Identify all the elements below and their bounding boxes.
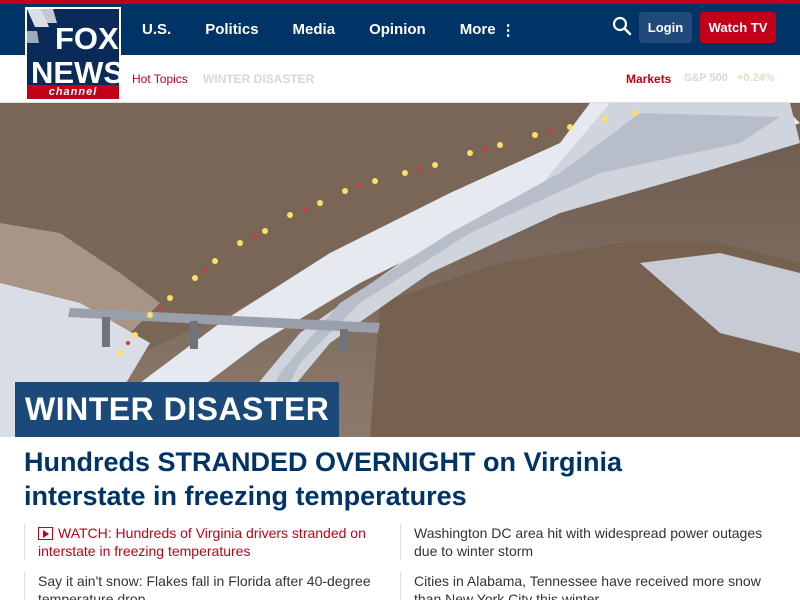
main-nav: U.S. Politics Media Opinion More ⋮ xyxy=(142,4,550,55)
nav-item-media[interactable]: Media xyxy=(293,21,336,38)
play-video-icon xyxy=(38,527,53,540)
related-link-video[interactable]: WATCH: Hundreds of Virginia drivers stra… xyxy=(24,524,369,560)
nav-item-more-label: More xyxy=(459,21,496,38)
nav-item-opinion[interactable]: Opinion xyxy=(369,21,426,38)
fox-news-logo[interactable]: FOX NEWS channel xyxy=(25,7,121,101)
login-button[interactable]: Login xyxy=(639,12,692,43)
nav-item-us[interactable]: U.S. xyxy=(142,21,171,38)
fox-news-logo-mark: FOX NEWS xyxy=(27,9,119,89)
vertical-dots-icon: ⋮ xyxy=(500,21,516,39)
logo-word-news: NEWS xyxy=(31,55,119,89)
nav-item-more[interactable]: More ⋮ xyxy=(460,21,516,39)
hero-headline[interactable]: Hundreds STRANDED OVERNIGHT on Virginia … xyxy=(24,445,724,513)
related-link-text: Washington DC area hit with widespread p… xyxy=(414,525,763,559)
market-index-change: +0.24% xyxy=(737,72,775,84)
related-link[interactable]: Cities in Alabama, Tennessee have receiv… xyxy=(400,572,780,600)
related-link-text: WATCH: Hundreds of Virginia drivers stra… xyxy=(38,525,366,559)
related-link[interactable]: Washington DC area hit with widespread p… xyxy=(400,524,780,560)
nav-item-politics[interactable]: Politics xyxy=(205,21,258,38)
hot-topics-label: Hot Topics xyxy=(132,72,188,86)
related-link[interactable]: Say it ain't snow: Flakes fall in Florid… xyxy=(24,572,384,600)
logo-channel-label: channel xyxy=(27,85,119,99)
related-link-text: Say it ain't snow: Flakes fall in Florid… xyxy=(38,573,371,600)
logo-word-fox: FOX xyxy=(55,21,119,56)
markets-label[interactable]: Markets xyxy=(626,72,671,86)
hot-topic-link[interactable]: WINTER DISASTER xyxy=(203,72,314,86)
watch-tv-button[interactable]: Watch TV xyxy=(700,12,776,43)
market-index-name[interactable]: S&P 500 xyxy=(684,72,728,84)
hero-kicker-label[interactable]: WINTER DISASTER xyxy=(15,382,340,437)
search-icon[interactable] xyxy=(612,16,632,36)
related-link-text: Cities in Alabama, Tennessee have receiv… xyxy=(414,573,761,600)
